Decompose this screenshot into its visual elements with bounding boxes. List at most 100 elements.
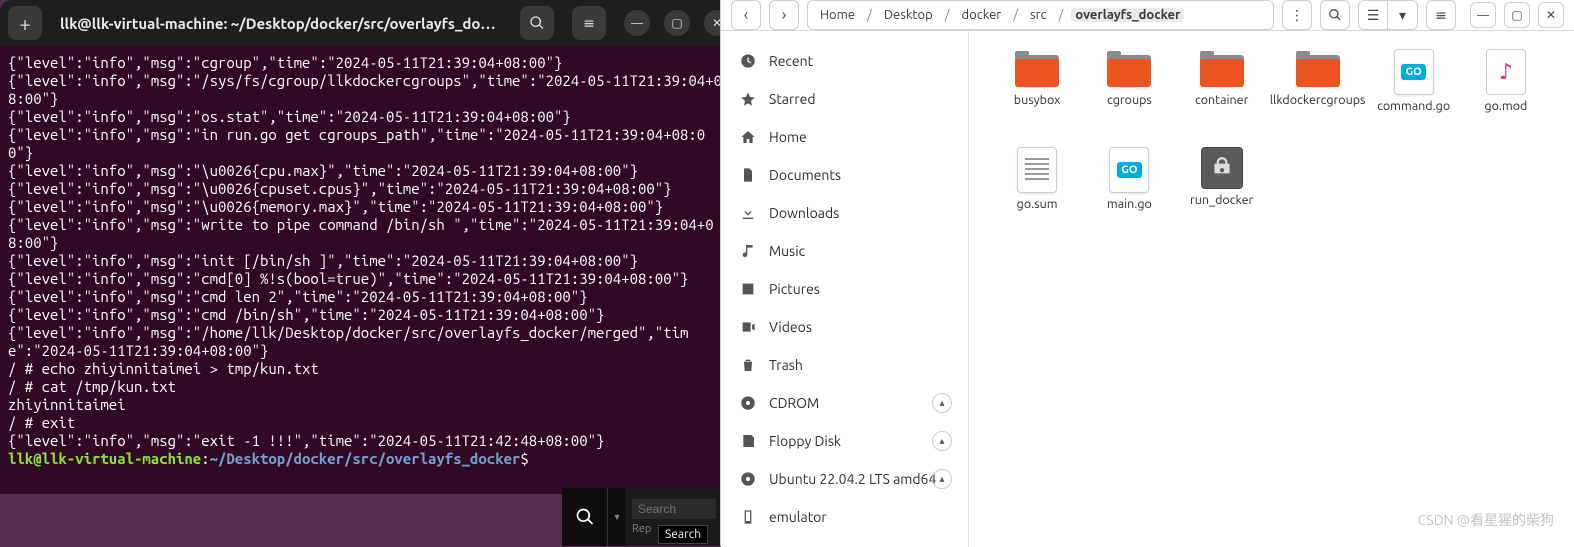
sidebar-item-label: Videos	[769, 319, 812, 335]
file-item[interactable]: GO command.go	[1369, 49, 1457, 141]
file-item[interactable]: cgroups	[1085, 49, 1173, 141]
file-label: command.go	[1377, 99, 1450, 113]
breadcrumb-sep: /	[1059, 8, 1064, 22]
doc-icon	[739, 166, 757, 184]
maximize-button[interactable]: ▢	[664, 10, 690, 36]
breadcrumb-item[interactable]: overlayfs_docker	[1071, 8, 1184, 22]
phone-icon	[739, 508, 757, 526]
file-label: main.go	[1107, 197, 1152, 211]
terminal-menu-button[interactable]: ≡	[572, 6, 606, 40]
back-button[interactable]: ‹	[731, 0, 761, 30]
path-more-button[interactable]: ⋮	[1282, 0, 1312, 30]
search-dropdown[interactable]: ▾	[608, 488, 626, 546]
file-item[interactable]: container	[1178, 49, 1266, 141]
folder-icon	[1197, 49, 1247, 89]
sidebar-item-recent[interactable]: Recent	[721, 43, 968, 79]
sidebar-item-home[interactable]: Home	[721, 119, 968, 155]
forward-button[interactable]: ›	[769, 0, 799, 30]
sidebar-item-floppy-disk[interactable]: Floppy Disk ▴	[721, 423, 968, 459]
sidebar-item-ubuntu-22.04.2-lts-amd64[interactable]: Ubuntu 22.04.2 LTS amd64▴	[721, 461, 968, 497]
file-label: llkdockercgroups	[1270, 93, 1366, 107]
go-file-icon: GO	[1394, 49, 1434, 95]
view-switcher: ☰ ▾	[1358, 0, 1418, 30]
sidebar-item-label: Home	[769, 129, 807, 145]
breadcrumb-item[interactable]: Home	[816, 8, 859, 22]
executable-icon	[1201, 147, 1243, 189]
home-icon	[739, 128, 757, 146]
sidebar-item-label: Ubuntu 22.04.2 LTS amd64	[769, 471, 936, 487]
files-maximize-button[interactable]: ▢	[1504, 2, 1530, 28]
download-icon	[739, 204, 757, 222]
sidebar-item-label: Recent	[769, 53, 813, 69]
watermark: CSDN @看星猩的柴狗	[1418, 510, 1554, 530]
sidebar-item-label: emulator	[769, 509, 827, 525]
breadcrumb-sep: /	[1013, 8, 1018, 22]
files-close-button[interactable]: ✕	[1538, 2, 1564, 28]
files-grid[interactable]: busyboxcgroupscontainerllkdockercgroupsG…	[969, 31, 1574, 547]
file-item[interactable]: busybox	[993, 49, 1081, 141]
terminal-body[interactable]: {"level":"info","msg":"cgroup","time":"2…	[0, 46, 738, 494]
sidebar-item-documents[interactable]: Documents	[721, 157, 968, 193]
sidebar-item-label: CDROM	[769, 395, 819, 411]
folder-icon	[1293, 49, 1343, 89]
breadcrumb-item[interactable]: docker	[958, 8, 1006, 22]
file-label: run_docker	[1190, 193, 1253, 207]
sidebar-item-cdrom[interactable]: CDROM ▴	[721, 385, 968, 421]
sidebar-item-starred[interactable]: Starred	[721, 81, 968, 117]
file-item[interactable]: run_docker	[1178, 147, 1266, 239]
sidebar-item-label: Pictures	[769, 281, 820, 297]
files-minimize-button[interactable]: —	[1470, 2, 1496, 28]
sidebar-item-videos[interactable]: Videos	[721, 309, 968, 345]
terminal-titlebar: + llk@llk-virtual-machine: ~/Desktop/doc…	[0, 0, 738, 46]
file-label: go.sum	[1017, 197, 1058, 211]
eject-button[interactable]: ▴	[932, 393, 952, 413]
file-item[interactable]: GO main.go	[1085, 147, 1173, 239]
sidebar-item-label: Music	[769, 243, 805, 259]
star-icon	[739, 90, 757, 108]
text-file-icon	[1017, 147, 1057, 193]
sidebar-item-trash[interactable]: Trash	[721, 347, 968, 383]
magnify-icon	[575, 507, 595, 527]
file-label: busybox	[1014, 93, 1061, 107]
music-icon	[739, 242, 757, 260]
search-tooltip: Search	[658, 525, 708, 544]
breadcrumb-sep: /	[867, 8, 872, 22]
floppy-icon	[739, 432, 757, 450]
breadcrumb-sep: /	[945, 8, 950, 22]
go-file-icon: GO	[1109, 147, 1149, 193]
file-item[interactable]: llkdockercgroups	[1270, 49, 1366, 141]
eject-button[interactable]: ▴	[932, 469, 952, 489]
terminal-search-button[interactable]	[520, 6, 554, 40]
video-icon	[739, 318, 757, 336]
search-input[interactable]	[632, 499, 716, 519]
new-tab-button[interactable]: +	[8, 6, 42, 40]
eject-button[interactable]: ▴	[932, 431, 952, 451]
disc-icon	[739, 470, 757, 488]
list-view-button[interactable]: ☰	[1358, 0, 1388, 30]
search-button[interactable]	[562, 488, 608, 546]
file-label: container	[1195, 93, 1248, 107]
search-icon	[1328, 8, 1342, 22]
sidebar-item-label: Starred	[769, 91, 816, 107]
hamburger-button[interactable]: ≡	[1426, 0, 1456, 30]
minimize-button[interactable]: —	[624, 10, 650, 36]
breadcrumb: Home / Desktop / docker / src / overlayfs_docker	[807, 0, 1274, 30]
search-icon	[529, 15, 545, 31]
sidebar-item-pictures[interactable]: Pictures	[721, 271, 968, 307]
prompt-path: ~/Desktop/docker/src/overlayfs_docker	[210, 450, 521, 467]
terminal-title: llk@llk-virtual-machine: ~/Desktop/docke…	[60, 15, 502, 32]
breadcrumb-item[interactable]: Desktop	[880, 8, 937, 22]
file-item[interactable]: go.sum	[993, 147, 1081, 239]
sidebar-item-emulator[interactable]: emulator	[721, 499, 968, 535]
breadcrumb-item[interactable]: src	[1026, 8, 1051, 22]
trash-icon	[739, 356, 757, 374]
sidebar-item-music[interactable]: Music	[721, 233, 968, 269]
file-label: cgroups	[1107, 93, 1152, 107]
prompt-user: llk@llk-virtual-machine	[8, 450, 201, 467]
file-item[interactable]: ♪go.mod	[1462, 49, 1550, 141]
sidebar-item-label: Floppy Disk	[769, 433, 841, 449]
files-search-button[interactable]	[1320, 0, 1350, 30]
clock-icon	[739, 52, 757, 70]
view-dropdown-button[interactable]: ▾	[1388, 0, 1418, 30]
sidebar-item-downloads[interactable]: Downloads	[721, 195, 968, 231]
